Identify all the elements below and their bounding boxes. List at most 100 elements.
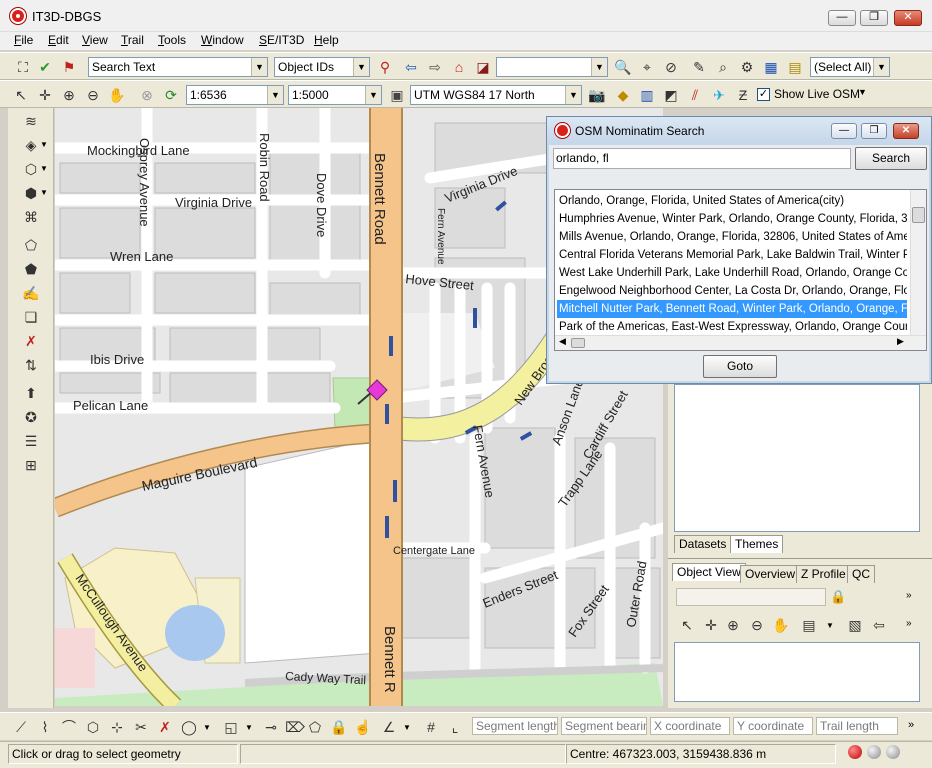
- menu-trail[interactable]: Trail: [121, 33, 144, 47]
- chevron-down-icon[interactable]: ▼: [403, 723, 411, 732]
- chevron-down-icon[interactable]: ▼: [40, 140, 48, 149]
- list-item[interactable]: Mills Avenue, Orlando, Orange, Florida, …: [557, 228, 907, 246]
- hand-tool-icon[interactable]: ☝: [352, 716, 374, 738]
- crosshair-icon[interactable]: ✛: [34, 84, 56, 106]
- segment-length-field[interactable]: Segment length: [472, 717, 558, 735]
- zoom-in-icon[interactable]: ⊕: [58, 84, 80, 106]
- projection-combo[interactable]: UTM WGS84 17 North ▼: [410, 85, 582, 105]
- flag-icon[interactable]: ⚑: [58, 56, 80, 78]
- forward-arrow-icon[interactable]: ⇨: [424, 56, 446, 78]
- list-item[interactable]: West Lake Underhill Park, Lake Underhill…: [557, 264, 907, 282]
- object-view-pane[interactable]: [674, 642, 920, 702]
- menu-window[interactable]: Window: [201, 33, 244, 47]
- list-item[interactable]: Humphries Avenue, Winter Park, Orlando, …: [557, 210, 907, 228]
- chart-icon[interactable]: ▤: [798, 614, 820, 636]
- zoom-out-icon[interactable]: ⊖: [82, 84, 104, 106]
- pan-hand-icon[interactable]: ✋: [106, 84, 128, 106]
- scroll-right-icon[interactable]: ▶: [897, 336, 904, 347]
- zoom-out-icon[interactable]: ⊖: [746, 614, 768, 636]
- back-arrow-icon[interactable]: ⇦: [400, 56, 422, 78]
- hatch-icon[interactable]: ⫽: [684, 84, 706, 106]
- menu-se-it3d[interactable]: SE/IT3D: [259, 33, 304, 47]
- osm-search-button[interactable]: Search: [855, 147, 927, 170]
- chevron-down-icon[interactable]: ▼: [873, 58, 889, 76]
- reference-scale-combo[interactable]: 1:5000 ▼: [288, 85, 382, 105]
- clear-search-icon[interactable]: ⊘: [660, 56, 682, 78]
- network-tool-icon[interactable]: ⌘: [20, 206, 42, 228]
- north-arrow-icon[interactable]: ⬆: [20, 382, 42, 404]
- dialog-minimize-button[interactable]: —: [831, 123, 857, 139]
- grid-snap-icon[interactable]: #: [420, 716, 442, 738]
- gem-tool-icon[interactable]: ◈: [20, 134, 42, 156]
- compass-icon[interactable]: ✪: [20, 406, 42, 428]
- tab-z-profile[interactable]: Z Profile: [796, 565, 851, 583]
- object-ids-combo[interactable]: Object IDs ▼: [274, 57, 370, 77]
- pan-hand-icon[interactable]: ✋: [770, 614, 792, 636]
- segment-bearing-field[interactable]: Segment bearing: [561, 717, 647, 735]
- tab-themes[interactable]: Themes: [730, 535, 784, 553]
- rectangle-tool-icon[interactable]: ◱: [220, 716, 242, 738]
- lock-tool-icon[interactable]: 🔒: [328, 716, 350, 738]
- list-item[interactable]: Park of the Americas, East-West Expressw…: [557, 318, 907, 336]
- minimize-button[interactable]: —: [828, 10, 856, 26]
- plane-icon[interactable]: ✈: [708, 84, 730, 106]
- tab-qc[interactable]: QC: [847, 565, 875, 583]
- edit-attributes-icon[interactable]: ✎: [688, 56, 710, 78]
- menu-tools[interactable]: Tools: [158, 33, 186, 47]
- node-tool-icon[interactable]: ⊹: [106, 716, 128, 738]
- trail-length-field[interactable]: Trail length: [816, 717, 898, 735]
- camera-icon[interactable]: 📷: [586, 84, 608, 106]
- chevron-down-icon[interactable]: ▼: [353, 58, 369, 76]
- menu-file[interactable]: File: [14, 33, 33, 47]
- align-tool-icon[interactable]: ☰: [20, 430, 42, 452]
- list-item[interactable]: Engelwood Neighborhood Center, La Costa …: [557, 282, 907, 300]
- x-coordinate-field[interactable]: X coordinate: [650, 717, 730, 735]
- refresh-icon[interactable]: ⟳: [160, 84, 182, 106]
- menu-view[interactable]: View: [82, 33, 108, 47]
- bookmark-icon[interactable]: ◪: [472, 56, 494, 78]
- coordinate-system-icon[interactable]: ▣: [386, 84, 408, 106]
- close-button[interactable]: ✕: [894, 10, 922, 26]
- tab-object-view[interactable]: Object View: [672, 563, 746, 581]
- copy-tool-icon[interactable]: ❏: [20, 306, 42, 328]
- measure-icon[interactable]: ⚙: [736, 56, 758, 78]
- line-tool-icon[interactable]: ⟋: [10, 716, 32, 738]
- list-item-selected[interactable]: Mitchell Nutter Park, Bennett Road, Wint…: [557, 300, 907, 318]
- crosshair-icon[interactable]: ✛: [700, 614, 722, 636]
- zoom-point-icon[interactable]: ⌖: [636, 56, 658, 78]
- snap-tool-icon[interactable]: ⊸: [260, 716, 282, 738]
- polygon-select-icon[interactable]: ⬠: [304, 716, 326, 738]
- scrollbar-thumb[interactable]: [912, 207, 925, 223]
- home-icon[interactable]: ⌂: [448, 56, 470, 78]
- chevron-down-icon[interactable]: ▼: [858, 87, 867, 97]
- dialog-close-button[interactable]: ✕: [893, 123, 919, 139]
- chevron-down-icon[interactable]: ▼: [365, 86, 381, 104]
- polyline-tool-icon[interactable]: ⌇: [34, 716, 56, 738]
- chevron-down-icon[interactable]: ▼: [267, 86, 283, 104]
- book-icon[interactable]: ▥: [636, 84, 658, 106]
- show-live-osm-checkbox[interactable]: ✓: [757, 88, 770, 101]
- menu-help[interactable]: Help: [314, 33, 339, 47]
- delete-vertex-icon[interactable]: ✗: [154, 716, 176, 738]
- tab-datasets[interactable]: Datasets: [674, 535, 732, 553]
- eraser-icon[interactable]: ◆: [612, 84, 634, 106]
- document-icon[interactable]: ▧: [844, 614, 866, 636]
- more-chevron-icon[interactable]: »: [908, 719, 914, 731]
- polygon-edit-icon[interactable]: ⬟: [20, 258, 42, 280]
- find-tool-icon[interactable]: ⚲: [374, 56, 396, 78]
- list-item[interactable]: Orlando, Orange, Florida, United States …: [557, 192, 907, 210]
- scroll-left-icon[interactable]: ◀: [559, 336, 566, 347]
- search-text-combo[interactable]: Search Text ▼: [88, 57, 268, 77]
- zoom-find-icon[interactable]: 🔍: [612, 56, 634, 78]
- angle-tool-icon[interactable]: ∠: [378, 716, 400, 738]
- maximize-button[interactable]: ❐: [860, 10, 888, 26]
- cube-tool-icon[interactable]: ⬢: [20, 182, 42, 204]
- chevron-down-icon[interactable]: ▼: [565, 86, 581, 104]
- pointer-icon[interactable]: ↖: [10, 84, 32, 106]
- chevron-down-icon[interactable]: ▼: [251, 58, 267, 76]
- split-tool-icon[interactable]: ✂: [130, 716, 152, 738]
- dialog-maximize-button[interactable]: ❐: [861, 123, 887, 139]
- vertical-scrollbar[interactable]: [910, 190, 926, 335]
- filter-icon[interactable]: ▤: [784, 56, 806, 78]
- select-tool-icon[interactable]: ⛶: [12, 56, 34, 78]
